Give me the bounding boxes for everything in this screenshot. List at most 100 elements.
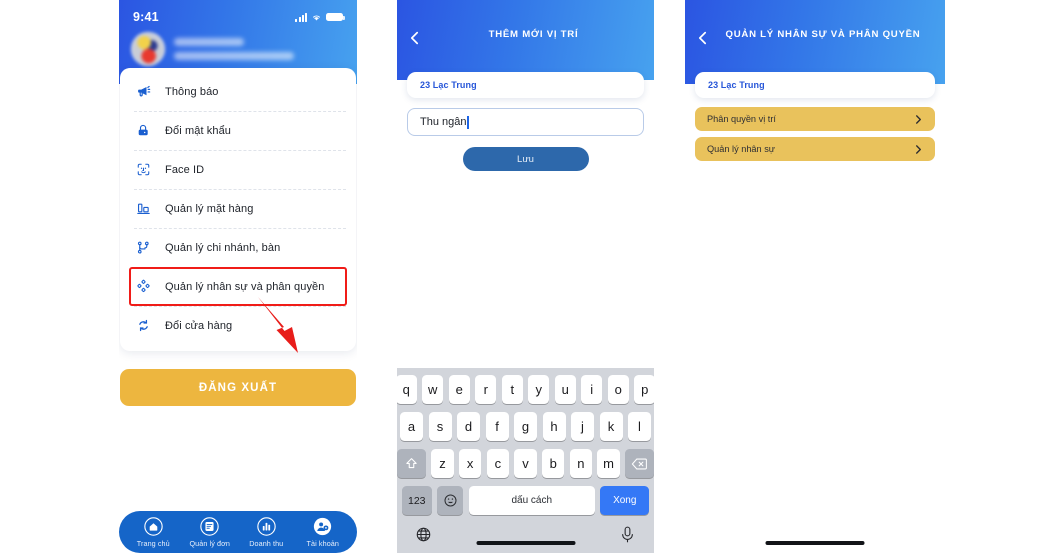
key-x[interactable]: x xyxy=(459,449,482,478)
phone-screen-add-position: THÊM MỚI VỊ TRÍ 23 Lạc Trung Thu ngân Lư… xyxy=(397,0,654,553)
row-label: Phân quyền vị trí xyxy=(707,114,776,124)
numbers-key[interactable]: 123 xyxy=(401,486,432,515)
page-title: QUẢN LÝ NHÂN SỰ VÀ PHÂN QUYỀN xyxy=(725,29,921,40)
tab-home[interactable]: Trang chủ xyxy=(126,516,180,548)
megaphone-icon xyxy=(134,84,153,99)
status-bar-indicators xyxy=(295,12,345,22)
keyboard-row-4: 123 dấu cách Xong xyxy=(397,486,654,515)
menu-item-notifications[interactable]: Thông báo xyxy=(120,72,356,111)
profile-text xyxy=(174,38,294,60)
key-z[interactable]: z xyxy=(431,449,454,478)
key-o[interactable]: o xyxy=(607,375,629,404)
menu-item-label: Quản lý chi nhánh, bàn xyxy=(165,241,281,254)
profile-address-redacted xyxy=(174,52,294,60)
swap-store-icon xyxy=(134,318,153,333)
chevron-right-icon xyxy=(916,144,921,154)
key-s[interactable]: s xyxy=(428,412,452,441)
wifi-icon xyxy=(312,14,321,21)
chevron-right-icon xyxy=(916,114,921,124)
status-bar-clock: 9:41 xyxy=(133,10,159,24)
shift-icon[interactable] xyxy=(397,449,426,478)
key-m[interactable]: m xyxy=(597,449,620,478)
bottom-tab-bar: Trang chủ Quản lý đơn Doanh thu Tài khoả… xyxy=(119,511,357,553)
key-j[interactable]: j xyxy=(571,412,594,441)
key-g[interactable]: g xyxy=(514,412,537,441)
row-label: Quản lý nhân sự xyxy=(707,144,775,154)
row-staff-management[interactable]: Quản lý nhân sự xyxy=(695,137,935,161)
key-h[interactable]: h xyxy=(542,412,566,441)
menu-item-change-password[interactable]: Đổi mật khẩu xyxy=(120,111,356,150)
globe-icon[interactable] xyxy=(415,525,432,544)
key-l[interactable]: l xyxy=(628,412,651,441)
emoji-icon[interactable] xyxy=(437,486,464,515)
key-f[interactable]: f xyxy=(485,412,509,441)
inventory-icon xyxy=(134,201,153,216)
key-b[interactable]: b xyxy=(542,449,565,478)
store-pill-label: 23 Lạc Trung xyxy=(708,80,765,90)
key-r[interactable]: r xyxy=(475,375,497,404)
profile-block xyxy=(131,32,294,66)
key-y[interactable]: y xyxy=(528,375,550,404)
menu-item-label: Quản lý mặt hàng xyxy=(165,202,254,215)
menu-item-inventory[interactable]: Quản lý mặt hàng xyxy=(120,189,356,228)
key-w[interactable]: w xyxy=(422,375,444,404)
revenue-chart-icon xyxy=(257,516,276,536)
orders-icon xyxy=(200,516,219,536)
key-c[interactable]: c xyxy=(486,449,509,478)
save-button[interactable]: Lưu xyxy=(462,147,589,171)
face-id-icon xyxy=(134,162,153,177)
space-key[interactable]: dấu cách xyxy=(468,486,595,515)
key-u[interactable]: u xyxy=(554,375,576,404)
on-screen-keyboard: q w e r t y u i o p a s d f g h j k l z … xyxy=(397,368,654,553)
logout-button[interactable]: ĐĂNG XUẤT xyxy=(120,369,356,406)
tab-orders[interactable]: Quản lý đơn xyxy=(183,516,237,548)
key-n[interactable]: n xyxy=(569,449,592,478)
key-k[interactable]: k xyxy=(599,412,623,441)
menu-item-face-id[interactable]: Face ID xyxy=(120,150,356,189)
key-v[interactable]: v xyxy=(514,449,537,478)
avatar xyxy=(131,32,165,66)
menu-item-label: Quản lý nhân sự và phân quyền xyxy=(165,280,325,293)
menu-item-label: Đổi cửa hàng xyxy=(165,319,233,332)
done-key[interactable]: Xong xyxy=(600,486,650,515)
profile-name-redacted xyxy=(174,38,244,46)
battery-icon xyxy=(326,12,345,22)
page-title: THÊM MỚI VỊ TRÍ xyxy=(488,29,579,40)
position-name-value: Thu ngân xyxy=(420,116,467,128)
key-e[interactable]: e xyxy=(448,375,470,404)
microphone-icon[interactable] xyxy=(619,525,636,544)
key-i[interactable]: i xyxy=(581,375,603,404)
tab-account[interactable]: Tài khoản xyxy=(296,517,350,548)
key-d[interactable]: d xyxy=(457,412,480,441)
key-q[interactable]: q xyxy=(397,375,417,404)
store-pill-label: 23 Lạc Trung xyxy=(420,80,477,90)
home-icon xyxy=(144,516,163,536)
tab-label: Tài khoản xyxy=(306,538,339,548)
chevron-left-icon[interactable] xyxy=(695,30,711,46)
chevron-left-icon[interactable] xyxy=(407,30,423,46)
key-p[interactable]: p xyxy=(634,375,654,404)
phone-screen-account-menu: 9:41 Thông báo Đổi mật khẩu Face ID Quản… xyxy=(119,0,357,553)
tab-revenue[interactable]: Doanh thu xyxy=(239,516,293,548)
position-name-input[interactable]: Thu ngân xyxy=(407,108,644,136)
row-position-permissions[interactable]: Phân quyền vị trí xyxy=(695,107,935,131)
key-a[interactable]: a xyxy=(400,412,423,441)
text-caret xyxy=(467,115,469,129)
lock-icon xyxy=(134,123,153,138)
store-pill[interactable]: 23 Lạc Trung xyxy=(407,72,644,98)
backspace-icon[interactable] xyxy=(625,449,654,478)
pointer-arrow-icon xyxy=(258,297,298,353)
cellular-bars-icon xyxy=(295,12,307,22)
menu-item-staff-permissions[interactable]: Quản lý nhân sự và phân quyền xyxy=(120,267,356,306)
menu-item-switch-store[interactable]: Đổi cửa hàng xyxy=(120,306,356,345)
screen2-header xyxy=(397,0,654,80)
keyboard-row-2: a s d f g h j k l xyxy=(397,412,654,441)
keyboard-row-3: z x c v b n m xyxy=(397,449,654,478)
store-pill[interactable]: 23 Lạc Trung xyxy=(695,72,935,98)
tab-label: Doanh thu xyxy=(249,538,284,548)
menu-item-label: Face ID xyxy=(165,163,205,176)
permissions-nodes-icon xyxy=(134,279,153,294)
menu-item-label: Thông báo xyxy=(165,85,219,98)
menu-item-branches-tables[interactable]: Quản lý chi nhánh, bàn xyxy=(120,228,356,267)
key-t[interactable]: t xyxy=(501,375,523,404)
